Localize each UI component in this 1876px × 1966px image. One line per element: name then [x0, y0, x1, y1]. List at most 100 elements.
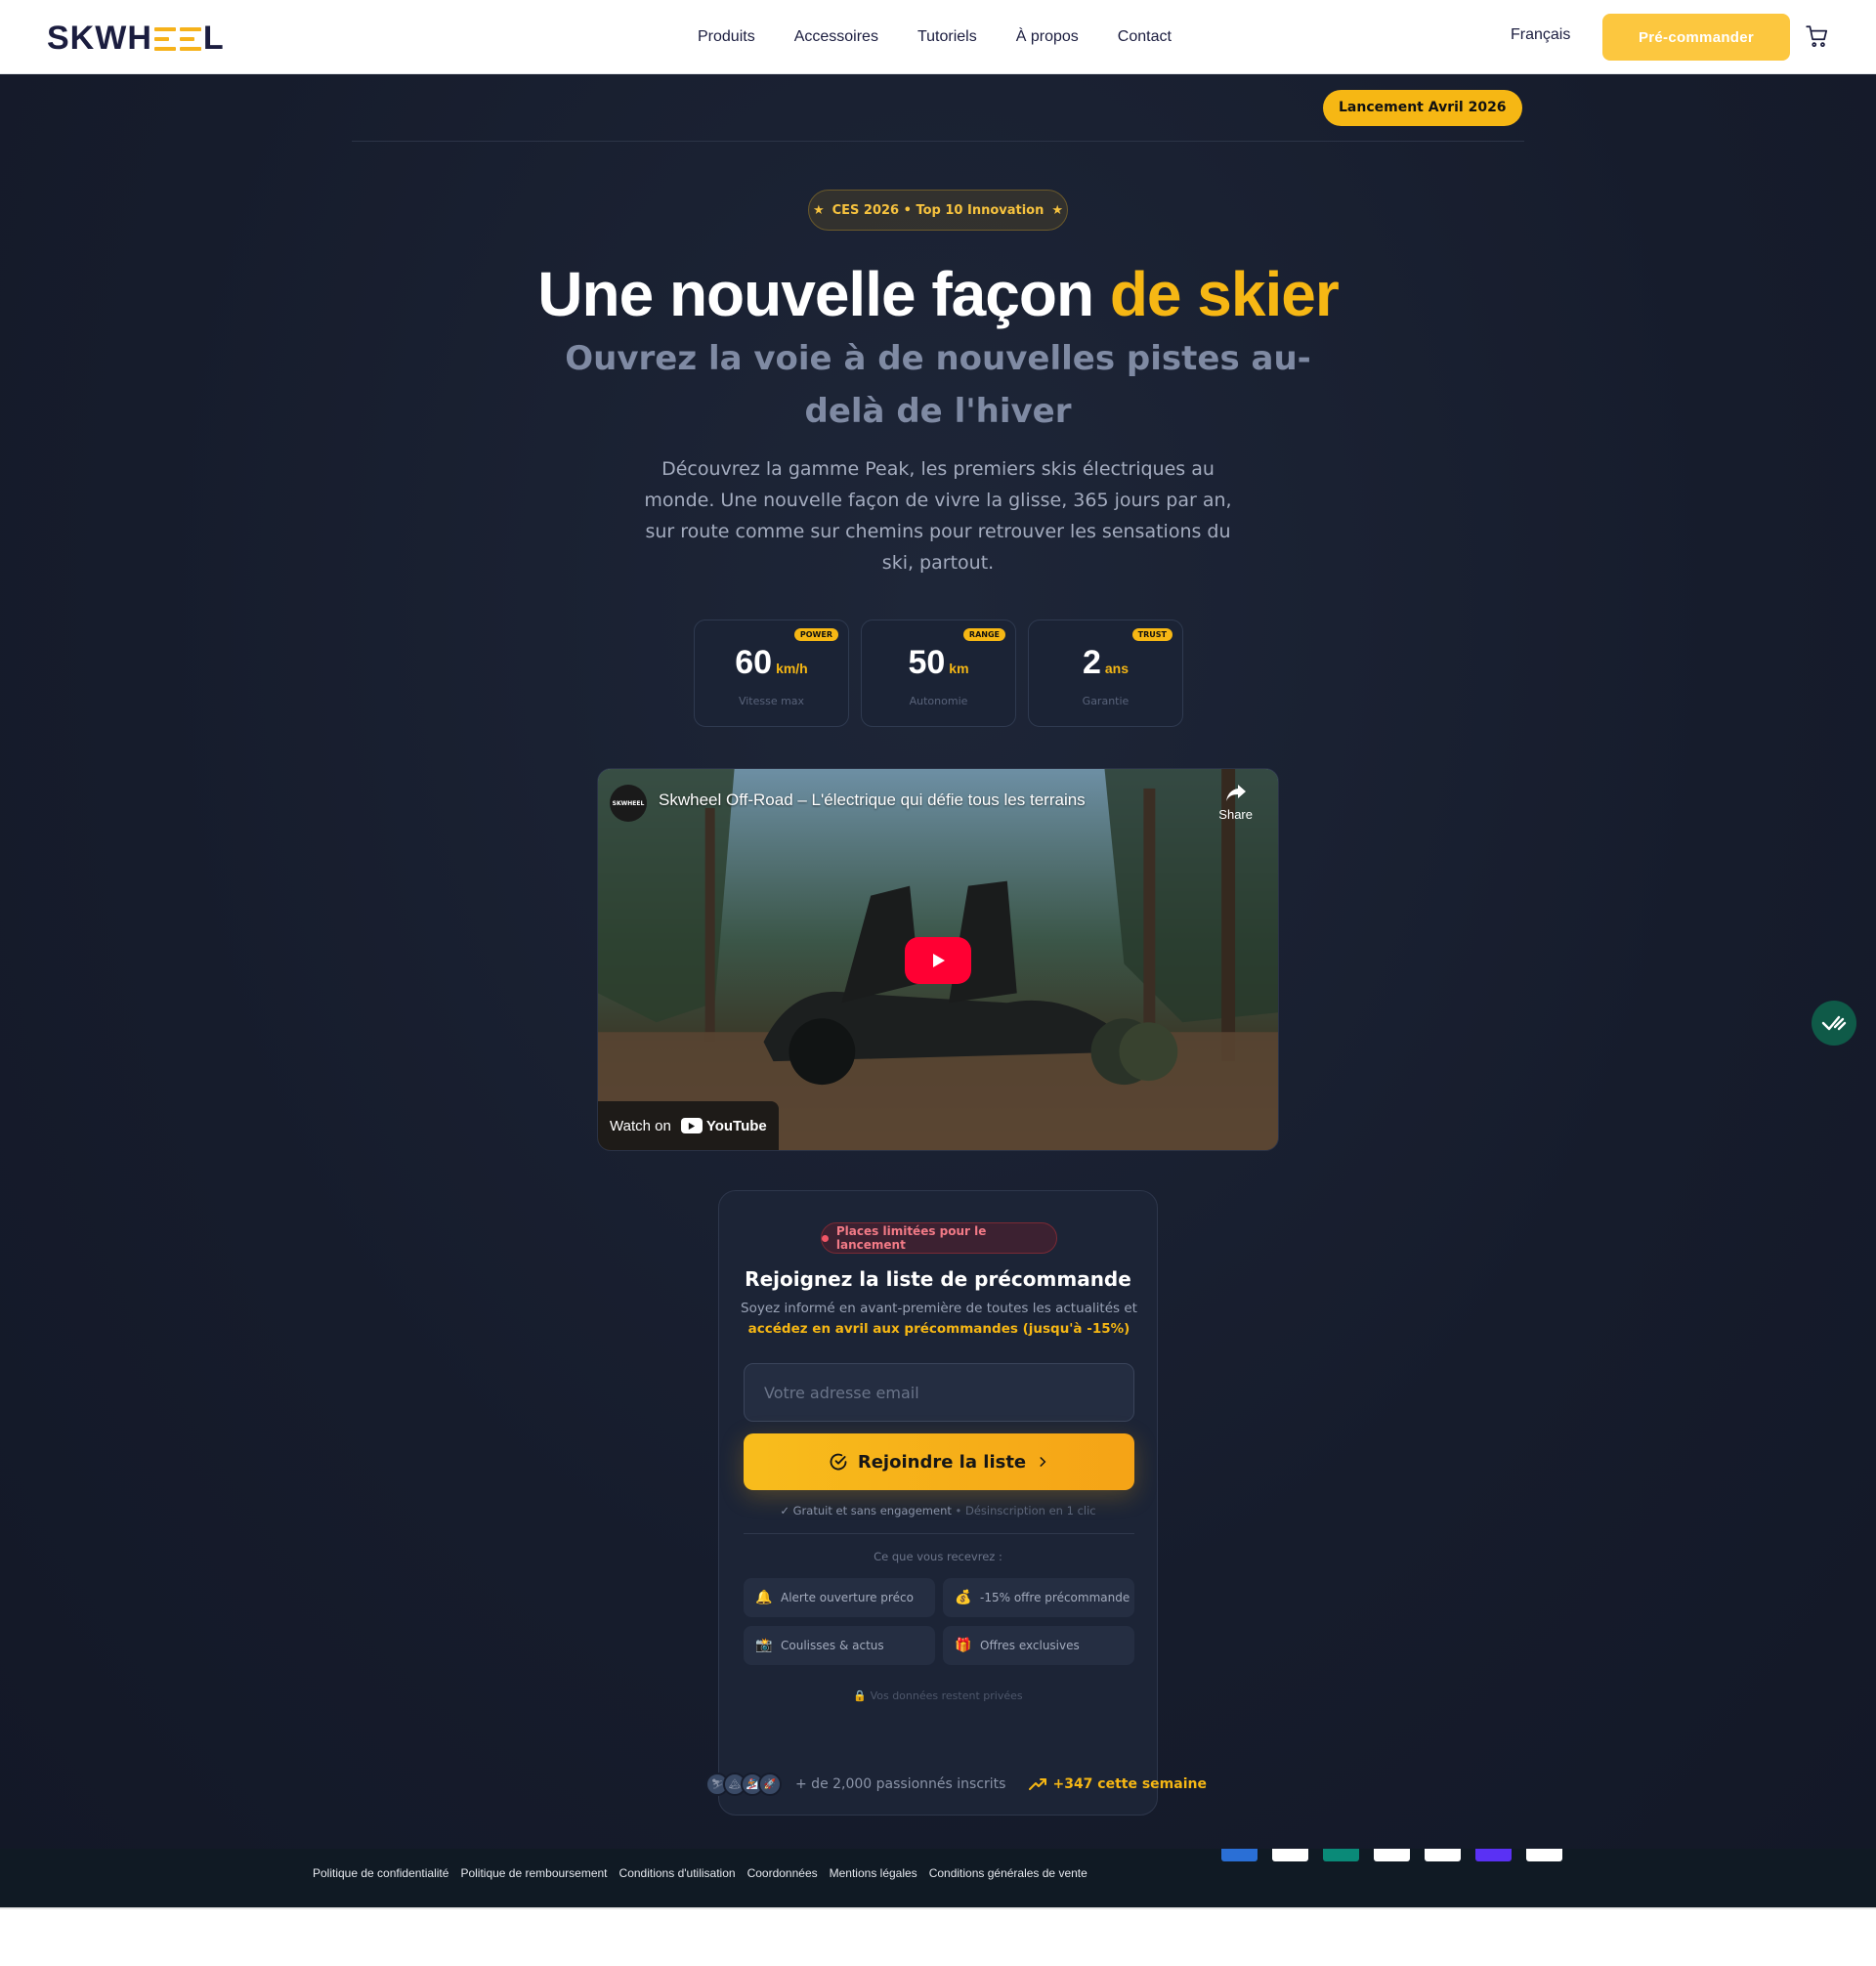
trending-up-icon	[1029, 1778, 1047, 1790]
nav-tutoriels[interactable]: Tutoriels	[917, 28, 977, 46]
join-list-button[interactable]: Rejoindre la liste	[744, 1433, 1134, 1490]
weekly-trend: +347 cette semaine	[1029, 1776, 1207, 1792]
preorder-button[interactable]: Pré-commander	[1602, 14, 1790, 61]
payment-icons	[1221, 1849, 1562, 1861]
share-icon	[1225, 785, 1246, 801]
join-list-label: Rejoindre la liste	[857, 1451, 1027, 1473]
share-label: Share	[1218, 807, 1253, 822]
site-footer: Politique de confidentialité Politique d…	[0, 1849, 1876, 1907]
page-bottom	[0, 1907, 1876, 1966]
ces-award-pill: ★ CES 2026 • Top 10 Innovation ★	[808, 190, 1068, 231]
divider	[744, 1533, 1134, 1534]
chat-widget-button[interactable]	[1812, 1001, 1856, 1046]
youtube-video-embed[interactable]: SKWHEEL Skwheel Off-Road – L'électrique …	[597, 768, 1279, 1151]
receive-label: Ce que vous recevrez :	[874, 1550, 1002, 1563]
stat-card-speed: POWER 60 km/h Vitesse max	[694, 620, 849, 727]
limited-spots-pill: Places limitées pour le lancement	[821, 1222, 1057, 1254]
perks-grid: 🔔 Alerte ouverture préco 💰 -15% offre préc…	[744, 1578, 1134, 1665]
divider	[352, 141, 1524, 142]
logo-text-end: L	[202, 20, 225, 57]
stat-label: Garantie	[1082, 695, 1130, 707]
video-title[interactable]: Skwheel Off-Road – L'électrique qui défi…	[659, 791, 1086, 810]
share-button[interactable]: Share	[1218, 783, 1253, 822]
lock-icon: 🔒	[853, 1689, 868, 1702]
main-nav: Produits Accessoires Tutoriels À propos …	[698, 0, 1172, 74]
hero-title: Une nouvelle façon de skier	[0, 258, 1876, 330]
star-icon: ★	[812, 202, 825, 218]
stat-card-warranty: TRUST 2 ans Garantie	[1028, 620, 1183, 727]
launch-badge: Lancement Avril 2026	[1323, 90, 1522, 126]
site-header: SKWH L Produits Accessoires Tutoriels À …	[0, 0, 1876, 74]
footer-link-legal[interactable]: Mentions légales	[830, 1866, 917, 1880]
nav-accessoires[interactable]: Accessoires	[794, 28, 878, 46]
hero-subtitle: Ouvrez la voie à de nouvelles pistes au-…	[565, 339, 1311, 431]
chevron-right-icon	[1040, 1457, 1046, 1467]
footer-link-terms[interactable]: Conditions d'utilisation	[619, 1866, 736, 1880]
stat-label: Autonomie	[909, 695, 968, 707]
camera-icon: 📸	[755, 1638, 773, 1653]
play-button[interactable]	[905, 937, 971, 984]
bancontact-icon	[1323, 1849, 1359, 1861]
footer-links: Politique de confidentialité Politique d…	[313, 1866, 1087, 1880]
perk-item: 📸 Coulisses & actus	[744, 1626, 935, 1665]
stat-value: 50 km	[908, 644, 969, 681]
stat-value: 2 ans	[1082, 644, 1130, 681]
watch-on-youtube-button[interactable]: Watch on YouTube	[598, 1101, 779, 1150]
footer-link-sales-terms[interactable]: Conditions générales de vente	[929, 1866, 1087, 1880]
youtube-logo: YouTube	[680, 1117, 767, 1134]
footer-link-privacy[interactable]: Politique de confidentialité	[313, 1866, 448, 1880]
signup-subtitle: Soyez informé en avant-première de toute…	[741, 1301, 1137, 1337]
hero-title-accent: de skier	[1109, 259, 1340, 329]
stat-tag: RANGE	[962, 628, 1005, 641]
mastercard-icon	[1374, 1849, 1410, 1861]
logo-text-start: SKWH	[47, 20, 152, 57]
cart-icon[interactable]	[1805, 23, 1830, 49]
paypal-icon	[1425, 1849, 1461, 1861]
money-bag-icon: 💰	[955, 1590, 972, 1605]
star-icon: ★	[1051, 202, 1064, 218]
stats-row: POWER 60 km/h Vitesse max RANGE 50 km Auto…	[694, 620, 1183, 727]
watch-on-label: Watch on	[610, 1117, 671, 1134]
logo-ee-mark	[153, 26, 176, 51]
stat-value: 60 km/h	[735, 644, 808, 681]
channel-avatar[interactable]: SKWHEEL	[610, 785, 647, 822]
perk-item: 💰 -15% offre précommande	[943, 1578, 1134, 1617]
hero-title-main: Une nouvelle façon	[537, 259, 1110, 329]
youtube-wordmark: YouTube	[705, 1117, 767, 1134]
preorder-signup-card: Places limitées pour le lancement Rejoig…	[718, 1190, 1158, 1816]
bell-icon: 🔔	[755, 1590, 773, 1605]
nav-contact[interactable]: Contact	[1118, 28, 1172, 46]
skwheel-logo[interactable]: SKWH L	[47, 20, 225, 58]
avatar-stack: ⛷ 🏔 🏂 🚀	[705, 1773, 782, 1796]
perk-item: 🎁 Offres exclusives	[943, 1626, 1134, 1665]
nav-produits[interactable]: Produits	[698, 28, 755, 46]
perk-item: 🔔 Alerte ouverture préco	[744, 1578, 935, 1617]
visa-icon	[1526, 1849, 1562, 1861]
logo-ee-mark-2	[179, 26, 201, 51]
email-input[interactable]	[744, 1363, 1134, 1422]
ces-award-text: CES 2026 • Top 10 Innovation	[831, 202, 1045, 218]
apple-pay-icon	[1272, 1849, 1308, 1861]
avatar: 🚀	[758, 1773, 782, 1796]
language-selector[interactable]: Français	[1511, 26, 1570, 44]
privacy-note: 🔒 Vos données restent privées	[853, 1689, 1023, 1702]
hero-lead: Découvrez la gamme Peak, les premiers sk…	[644, 458, 1232, 574]
free-note: ✓ Gratuit et sans engagement • Désinscri…	[780, 1504, 1096, 1517]
youtube-play-icon	[680, 1118, 703, 1133]
stat-card-range: RANGE 50 km Autonomie	[861, 620, 1016, 727]
footer-link-contact[interactable]: Coordonnées	[747, 1866, 818, 1880]
limited-spots-text: Places limitées pour le lancement	[835, 1224, 987, 1252]
subscriber-count: + de 2,000 passionnés inscrits	[795, 1776, 1006, 1792]
check-circle-icon	[830, 1453, 847, 1471]
social-proof: ⛷ 🏔 🏂 🚀 + de 2,000 passionnés inscrits +…	[705, 1773, 1207, 1796]
amex-icon	[1221, 1849, 1258, 1861]
stat-tag: TRUST	[1131, 628, 1172, 641]
red-dot-icon	[822, 1234, 829, 1242]
stat-tag: POWER	[793, 628, 838, 641]
footer-link-refund[interactable]: Politique de remboursement	[460, 1866, 607, 1880]
nav-a-propos[interactable]: À propos	[1016, 28, 1079, 46]
play-icon	[933, 954, 945, 967]
hero-section: Lancement Avril 2026 ★ CES 2026 • Top 10…	[0, 74, 1876, 1849]
stat-label: Vitesse max	[738, 695, 805, 707]
gift-icon: 🎁	[955, 1638, 972, 1653]
